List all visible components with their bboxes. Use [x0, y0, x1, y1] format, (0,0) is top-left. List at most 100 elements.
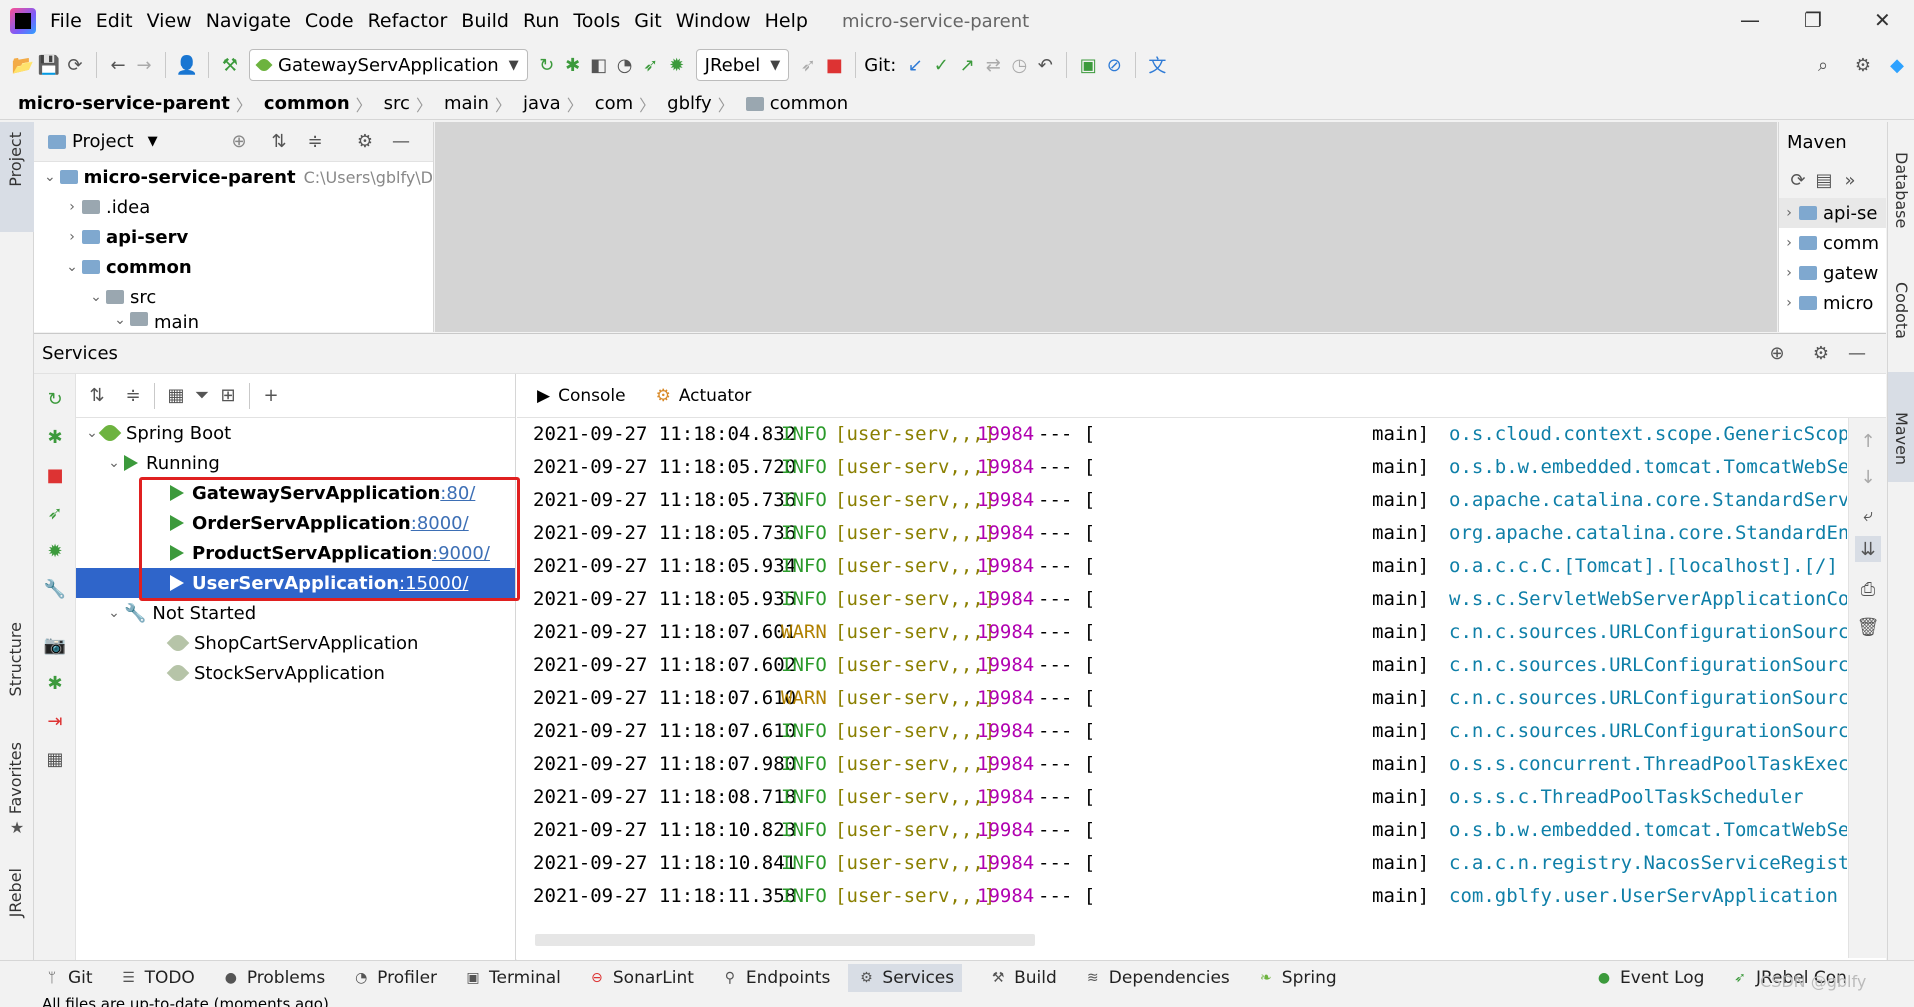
breadcrumb-item[interactable]: gblfy [667, 93, 712, 114]
service-port-link[interactable]: :9000/ [432, 543, 490, 564]
tab-todo[interactable]: ☰ TODO [119, 968, 195, 988]
debug-icon[interactable]: ✱ [42, 424, 68, 450]
chevron-right-icon[interactable]: › [1779, 235, 1799, 251]
minimize-icon[interactable]: — [1740, 8, 1760, 32]
menu-tools[interactable]: Tools [573, 10, 620, 32]
hide-icon[interactable]: — [388, 129, 414, 155]
settings-gear-icon[interactable]: ⚙ [1850, 52, 1876, 78]
git-history-icon[interactable]: ◷ [1006, 52, 1032, 78]
tab-dependencies[interactable]: ≋ Dependencies [1083, 968, 1230, 988]
settings-gear-icon[interactable]: ⚙ [1808, 341, 1834, 367]
menu-file[interactable]: File [50, 10, 82, 32]
breadcrumb-item[interactable]: common [264, 93, 350, 114]
jrebel-tab-label[interactable]: JRebel [6, 868, 25, 917]
profile-icon[interactable]: ◔ [612, 52, 638, 78]
wrench-icon[interactable]: 🔧 [42, 576, 68, 602]
chevron-right-icon[interactable]: › [62, 199, 82, 215]
exit-icon[interactable]: ⇥ [42, 708, 68, 734]
menu-code[interactable]: Code [305, 10, 354, 32]
git-update-icon[interactable]: ↙ [902, 52, 928, 78]
filter-icon[interactable]: ⏷ [189, 383, 215, 409]
add-maven-project-icon[interactable]: ▤ [1811, 167, 1837, 193]
git-compare-icon[interactable]: ⇄ [980, 52, 1006, 78]
menu-window[interactable]: Window [676, 10, 751, 32]
codota-tab-label[interactable]: Codota [1892, 282, 1911, 339]
chevron-down-icon[interactable]: ⌄ [40, 169, 60, 185]
print-icon[interactable]: ⎙ [1855, 576, 1881, 602]
group-icon[interactable]: ▦ [163, 383, 189, 409]
jrebel-debug-icon[interactable]: ✹ [664, 52, 690, 78]
menu-edit[interactable]: Edit [96, 10, 133, 32]
menu-navigate[interactable]: Navigate [206, 10, 291, 32]
expand-all-icon[interactable]: ⇅ [84, 383, 110, 409]
service-port-link[interactable]: :80/ [440, 483, 475, 504]
tree-item[interactable]: ⌄ main [34, 312, 433, 332]
chevron-right-icon[interactable]: › [1779, 265, 1799, 281]
tree-item[interactable]: ⌄ src [34, 282, 433, 312]
soft-wrap-icon[interactable]: ⤶ [1855, 502, 1881, 528]
plugin-icon[interactable]: ◆ [1884, 52, 1910, 78]
menu-git[interactable]: Git [634, 10, 661, 32]
rerun-icon[interactable]: ↻ [42, 386, 68, 412]
chevron-right-icon[interactable]: › [1779, 295, 1799, 311]
maven-item[interactable]: › comm [1779, 228, 1886, 258]
scroll-up-icon[interactable]: ↑ [1855, 428, 1881, 454]
open-folder-icon[interactable]: 📂 [10, 52, 36, 78]
menu-build[interactable]: Build [461, 10, 509, 32]
tab-spring[interactable]: ❧ Spring [1256, 968, 1337, 988]
expand-all-icon[interactable]: ⇅ [266, 129, 292, 155]
database-tab-label[interactable]: Database [1892, 152, 1911, 228]
new-tab-icon[interactable]: ⊞ [215, 383, 241, 409]
breadcrumb-item[interactable]: main [444, 93, 489, 114]
service-item-shopcart[interactable]: ShopCartServApplication [76, 628, 515, 658]
collapse-all-icon[interactable]: ≑ [302, 129, 328, 155]
horizontal-scrollbar[interactable] [535, 934, 1035, 946]
tab-git[interactable]: ᛘ Git [42, 968, 93, 988]
monitor-icon[interactable]: ▣ [1075, 52, 1101, 78]
clear-trash-icon[interactable]: 🗑 [1855, 614, 1881, 640]
services-root-node[interactable]: ⌄ Spring Boot [76, 418, 515, 448]
tab-problems[interactable]: ● Problems [221, 968, 325, 988]
maven-item[interactable]: › gatew [1779, 258, 1886, 288]
editor-area[interactable] [435, 122, 1777, 332]
jrebel-run-icon[interactable]: ➶ [42, 500, 68, 526]
more-icon[interactable]: » [1837, 167, 1863, 193]
chevron-right-icon[interactable]: › [1779, 205, 1799, 221]
jrebel-run-icon[interactable]: ➶ [638, 52, 664, 78]
tab-terminal[interactable]: ▣ Terminal [463, 968, 560, 988]
tab-console[interactable]: Console [558, 386, 626, 406]
tree-item[interactable]: ⌄ common [34, 252, 433, 282]
git-rollback-icon[interactable]: ↶ [1032, 52, 1058, 78]
menu-refactor[interactable]: Refactor [368, 10, 448, 32]
chevron-right-icon[interactable]: › [62, 229, 82, 245]
forward-icon[interactable]: → [131, 52, 157, 78]
scroll-to-end-icon[interactable]: ⇊ [1855, 536, 1881, 562]
add-icon[interactable]: + [258, 383, 284, 409]
chevron-down-icon[interactable]: ⌄ [62, 259, 82, 275]
collapse-all-icon[interactable]: ≑ [120, 383, 146, 409]
attach-icon[interactable]: ➶ [795, 52, 821, 78]
jrebel-selector[interactable]: JRebel ▼ [695, 49, 790, 81]
git-push-icon[interactable]: ↗ [954, 52, 980, 78]
tab-profiler[interactable]: ◔ Profiler [351, 968, 437, 988]
layout-icon[interactable]: ▦ [42, 746, 68, 772]
sync-icon[interactable]: ⟳ [62, 52, 88, 78]
translate-icon[interactable]: 文 [1144, 52, 1170, 78]
user-icon[interactable]: 👤 [174, 52, 200, 78]
chevron-down-icon[interactable]: ▼ [148, 134, 158, 149]
maven-item[interactable]: › micro [1779, 288, 1886, 318]
tab-actuator[interactable]: Actuator [679, 386, 752, 406]
service-port-link[interactable]: :8000/ [411, 513, 469, 534]
console-log[interactable]: 2021-09-27 11:18:04.832 INFO [user-serv,,,… [517, 418, 1847, 918]
no-entry-icon[interactable]: ⊘ [1101, 52, 1127, 78]
back-icon[interactable]: ← [105, 52, 131, 78]
maven-tool-tab[interactable]: Maven [1888, 372, 1914, 482]
breadcrumb-item[interactable]: com [595, 93, 633, 114]
debug-icon[interactable]: ✱ [560, 52, 586, 78]
tree-root[interactable]: ⌄ micro-service-parent C:\Users\gblfy\D [34, 162, 433, 192]
rerun-icon[interactable]: ↻ [534, 52, 560, 78]
scroll-down-icon[interactable]: ↓ [1855, 464, 1881, 490]
tree-item[interactable]: › .idea [34, 192, 433, 222]
project-panel-title[interactable]: Project [72, 131, 134, 152]
running-group[interactable]: ⌄ Running [76, 448, 515, 478]
